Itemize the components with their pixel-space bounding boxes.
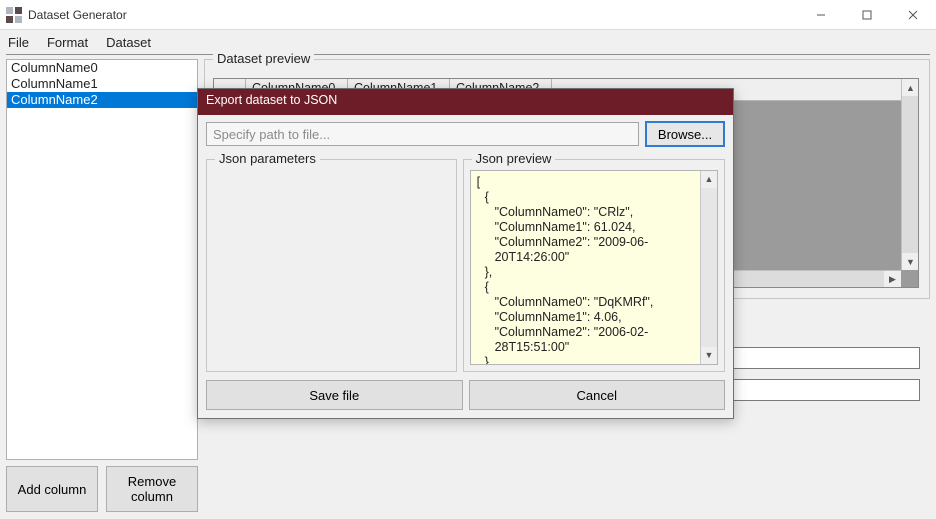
json-line: }, [477, 355, 713, 365]
menu-file[interactable]: File [8, 35, 29, 50]
json-line: }, [477, 265, 713, 280]
close-button[interactable] [890, 0, 936, 30]
json-line: { [477, 190, 713, 205]
export-dialog: Export dataset to JSON Browse... Json pa… [197, 88, 734, 419]
columns-listbox[interactable]: ColumnName0 ColumnName1 ColumnName2 [6, 59, 198, 460]
scroll-up-icon[interactable]: ▲ [902, 79, 919, 96]
menubar: File Format Dataset [0, 30, 936, 52]
maximize-button[interactable] [844, 0, 890, 30]
json-line: "ColumnName1": 61.024, [477, 220, 713, 235]
json-parameters-group: Json parameters [206, 159, 457, 372]
grid-vscrollbar[interactable]: ▲ ▼ [901, 79, 918, 270]
group-legend: Json preview [472, 151, 556, 166]
group-legend: Json parameters [215, 151, 320, 166]
dialog-title: Export dataset to JSON [198, 89, 733, 115]
scroll-down-icon[interactable]: ▼ [701, 347, 717, 364]
left-column: ColumnName0 ColumnName1 ColumnName2 Add … [6, 59, 198, 512]
preview-vscrollbar[interactable]: ▲ ▼ [700, 171, 717, 364]
minimize-button[interactable] [798, 0, 844, 30]
save-file-button[interactable]: Save file [206, 380, 463, 410]
json-line: { [477, 280, 713, 295]
json-line: "ColumnName0": "CRlz", [477, 205, 713, 220]
json-line: "ColumnName2": "2006-02-28T15:51:00" [477, 325, 713, 355]
cancel-button[interactable]: Cancel [469, 380, 726, 410]
menu-dataset[interactable]: Dataset [106, 35, 151, 50]
titlebar: Dataset Generator [0, 0, 936, 30]
add-column-button[interactable]: Add column [6, 466, 98, 512]
browse-button[interactable]: Browse... [645, 121, 725, 147]
list-item[interactable]: ColumnName1 [7, 76, 197, 92]
window-title: Dataset Generator [28, 8, 127, 22]
path-row: Browse... [198, 115, 733, 151]
json-line: "ColumnName2": "2009-06-20T14:26:00" [477, 235, 713, 265]
json-line: "ColumnName1": 4.06, [477, 310, 713, 325]
json-preview-text[interactable]: [ { "ColumnName0": "CRlz", "ColumnName1"… [470, 170, 718, 365]
scroll-right-icon[interactable]: ▶ [884, 271, 901, 288]
json-preview-group: Json preview [ { "ColumnName0": "CRlz", … [463, 159, 725, 372]
json-line: "ColumnName0": "DqKMRf", [477, 295, 713, 310]
json-line: [ [477, 175, 713, 190]
dialog-body: Json parameters Json preview [ { "Column… [198, 151, 733, 372]
scroll-down-icon[interactable]: ▼ [902, 253, 919, 270]
list-item[interactable]: ColumnName2 [7, 92, 197, 108]
scroll-up-icon[interactable]: ▲ [701, 171, 717, 188]
menu-format[interactable]: Format [47, 35, 88, 50]
group-legend: Dataset preview [213, 51, 314, 66]
remove-column-button[interactable]: Remove column [106, 466, 198, 512]
app-icon [6, 7, 22, 23]
list-item[interactable]: ColumnName0 [7, 60, 197, 76]
column-buttons: Add column Remove column [6, 466, 198, 512]
path-input[interactable] [206, 122, 639, 146]
dialog-buttons: Save file Cancel [198, 372, 733, 418]
